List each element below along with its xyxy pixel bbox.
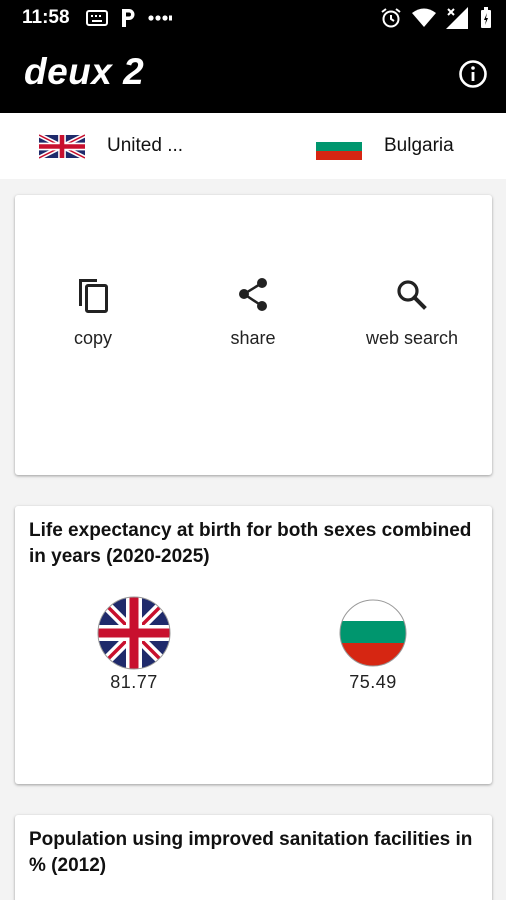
target-language-label: Bulgaria — [384, 135, 454, 156]
copy-label: copy — [73, 328, 113, 348]
copy-icon — [79, 279, 108, 313]
life-expectancy-card: Life expectancy at birth for both sexes … — [15, 506, 492, 784]
bulgaria-flag-icon — [316, 132, 362, 160]
status-bar: 11:58 — [0, 0, 506, 36]
status-time: 11:58 — [22, 7, 70, 28]
cell-signal-icon — [446, 7, 468, 29]
actions-card: copy share web search — [15, 195, 492, 475]
sanitation-card: Population using improved sanitation fac… — [15, 815, 492, 900]
uk-stat-value: 81.77 — [110, 672, 158, 692]
bulgaria-stat: 75.49 — [328, 596, 418, 693]
more-dots-icon — [148, 15, 172, 21]
keyboard-icon — [86, 10, 108, 26]
wifi-icon — [412, 8, 436, 27]
share-icon — [239, 278, 267, 311]
source-language-label: United ... — [107, 135, 184, 156]
battery-icon — [481, 7, 491, 28]
notification-icons — [86, 8, 172, 28]
copy-button[interactable]: copy — [18, 273, 168, 349]
search-icon — [397, 280, 427, 310]
bulgaria-flag-icon — [339, 599, 407, 667]
web-search-button[interactable]: web search — [337, 273, 487, 349]
uk-stat: 81.77 — [89, 596, 179, 693]
target-language-selector[interactable]: Bulgaria — [316, 113, 454, 179]
uk-flag-icon — [97, 596, 171, 670]
web-search-label: web search — [365, 328, 459, 348]
parking-icon — [122, 9, 135, 27]
source-language-selector[interactable]: United ... — [39, 113, 183, 179]
alarm-icon — [381, 8, 401, 28]
system-icons — [380, 6, 492, 30]
share-button[interactable]: share — [178, 273, 328, 349]
app-bar: deux 2 — [0, 36, 506, 113]
share-label: share — [230, 328, 276, 348]
app-title: deux 2 — [24, 51, 145, 92]
language-selector-bar: United ... Bulgaria — [0, 113, 506, 179]
stat-title: Population using improved sanitation fac… — [29, 829, 473, 876]
uk-flag-icon — [39, 132, 85, 160]
info-icon[interactable] — [458, 59, 488, 89]
stat-title: Life expectancy at birth for both sexes … — [29, 520, 472, 567]
bulgaria-stat-value: 75.49 — [349, 672, 397, 692]
